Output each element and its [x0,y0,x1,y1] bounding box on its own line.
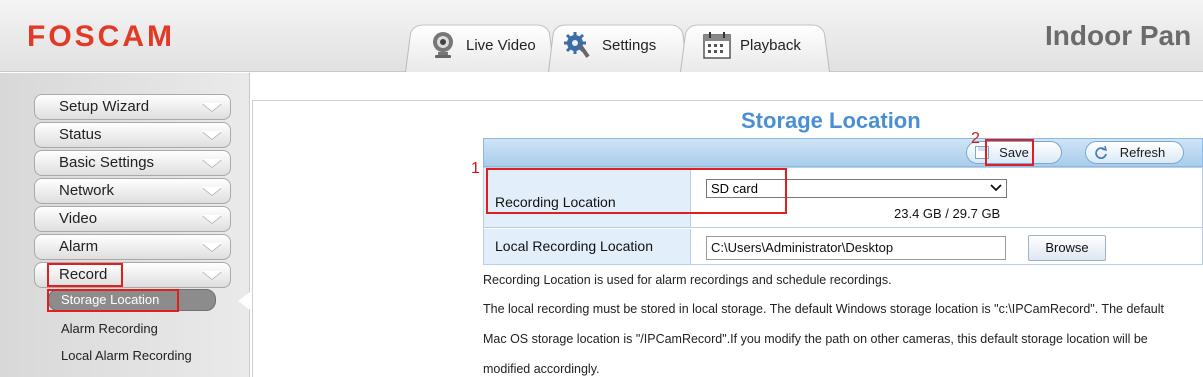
device-title: Indoor Pan [1045,20,1192,51]
refresh-icon [1095,146,1108,159]
tab-live-video[interactable]: Live Video [428,27,536,63]
refresh-button[interactable]: Refresh [1085,141,1184,164]
browse-button[interactable]: Browse [1028,235,1106,261]
sidebar-item-alarm[interactable]: Alarm [34,234,231,260]
description-line: The local recording must be stored in lo… [483,302,1164,316]
tab-playback-label: Playback [740,36,801,54]
highlight-save [985,139,1034,166]
description-line: Mac OS storage location is "/IPCamRecord… [483,332,1148,346]
tab-live-video-label: Live Video [466,36,536,54]
highlight-record [47,263,123,287]
sidebar-item-label: Network [59,182,115,199]
sidebar-item-setup-wizard[interactable]: Setup Wizard [34,94,231,120]
sidebar-item-label: Alarm [59,238,99,255]
sidebar-item-status[interactable]: Status [34,122,231,148]
tab-playback[interactable]: Playback [702,27,801,63]
sidebar-subitem-alarm-recording[interactable]: Alarm Recording [61,321,158,336]
chevron-down-icon [202,159,222,167]
step-number-2: 2 [971,130,980,147]
highlight-storage-location [47,289,179,312]
chevron-down-icon [202,215,222,223]
sidebar-item-video[interactable]: Video [34,206,231,232]
description-line: Recording Location is used for alarm rec… [483,273,892,287]
highlight-recording-location [486,168,787,214]
sidebar-subitem-local-alarm-recording[interactable]: Local Alarm Recording [61,348,192,363]
chevron-down-icon [990,184,1002,192]
page-title: Storage Location [741,108,921,133]
sidebar-item-label: Setup Wizard [59,98,150,115]
chevron-down-icon [202,243,222,251]
local-location-label: Local Recording Location [484,229,691,264]
sidebar-item-basic-settings[interactable]: Basic Settings [34,150,231,176]
refresh-button-label: Refresh [1119,145,1166,160]
active-pointer [238,292,250,310]
foscam-logo: FOSCAM [27,20,175,53]
chevron-down-icon [202,103,222,111]
webcam-icon [433,32,453,58]
chevron-down-icon [202,131,222,139]
tab-settings[interactable]: Settings [564,27,656,63]
sidebar-item-label: Basic Settings [59,154,155,171]
description-line: modified accordingly. [483,362,600,376]
local-path-input[interactable]: C:\Users\Administrator\Desktop [706,236,1006,260]
calendar-icon [703,32,731,59]
tab-settings-label: Settings [602,36,657,54]
chevron-down-icon [202,271,222,279]
gears-icon [564,32,590,58]
step-number-1: 1 [471,160,480,177]
sidebar-item-network[interactable]: Network [34,178,231,204]
sidebar-item-label: Video [59,210,98,227]
sidebar-item-label: Status [59,126,102,143]
chevron-down-icon [202,187,222,195]
storage-capacity: 23.4 GB / 29.7 GB [894,206,1001,221]
